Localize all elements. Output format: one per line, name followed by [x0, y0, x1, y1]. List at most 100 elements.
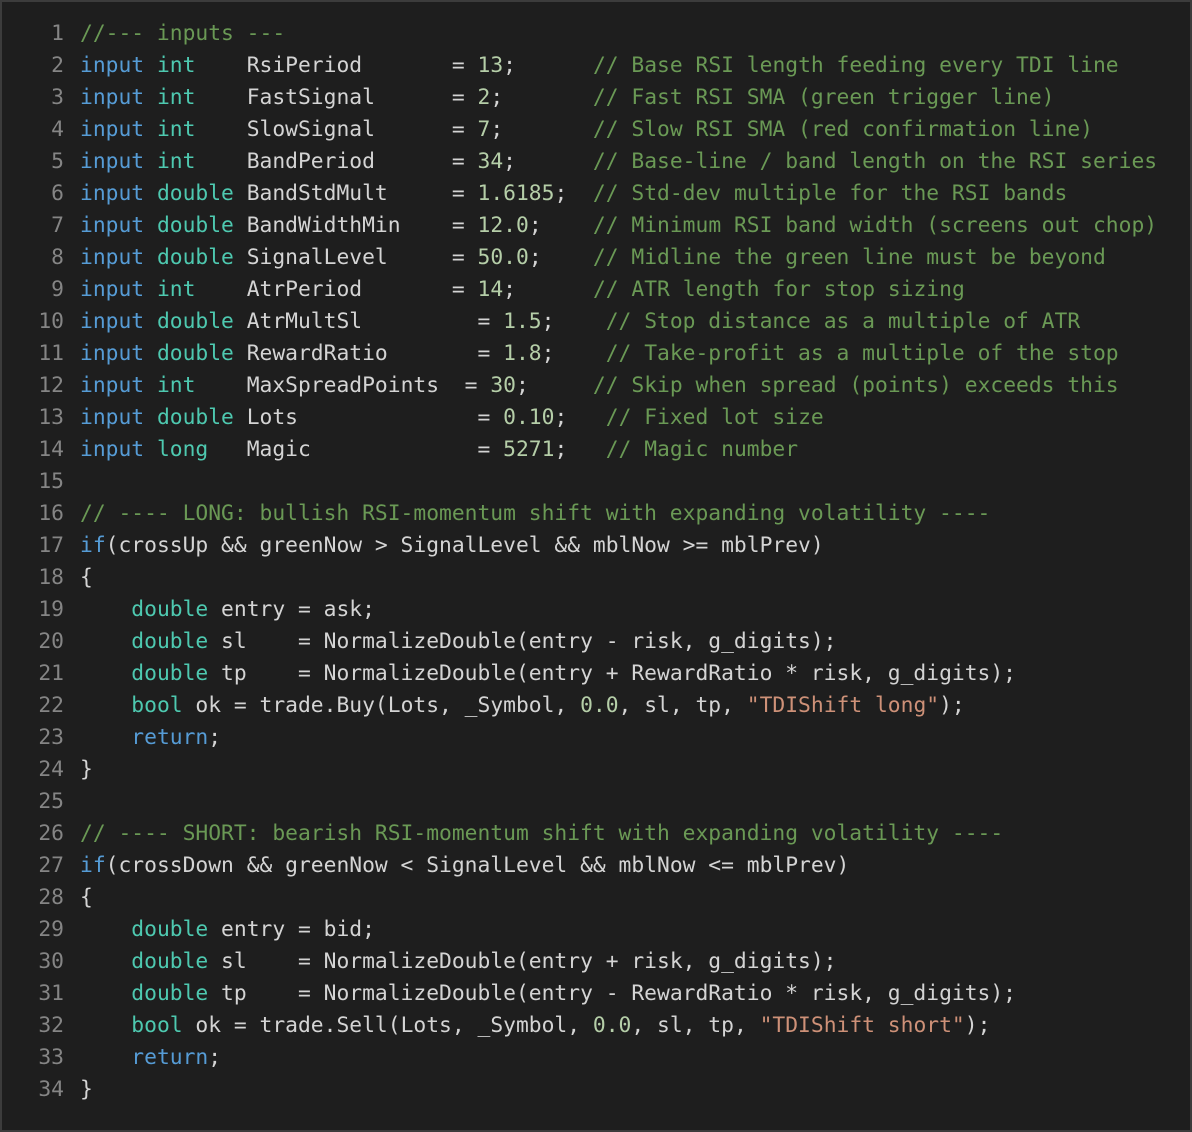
code-line[interactable]: 32 bool ok = trade.Sell(Lots, _Symbol, 0…: [2, 1010, 1190, 1042]
code-line[interactable]: 8 input double SignalLevel = 50.0; // Mid…: [2, 242, 1190, 274]
code-token: sl = NormalizeDouble(entry - risk, g_dig…: [208, 629, 837, 654]
keyword-token: if: [80, 533, 106, 558]
line-number: 14: [38, 437, 64, 462]
line-number: 12: [38, 373, 64, 398]
type-token: int: [156, 149, 196, 174]
line-number: 8: [51, 245, 64, 270]
code-token: =: [362, 309, 504, 334]
identifier-token: MaxSpreadPoints: [246, 373, 440, 398]
code-line[interactable]: 23 return;: [2, 722, 1190, 754]
type-token: double: [131, 597, 209, 622]
code-token: =: [387, 341, 504, 366]
code-line[interactable]: 29 double entry = bid;: [2, 914, 1190, 946]
code-line[interactable]: 6 input double BandStdMult = 1.6185; // S…: [2, 178, 1190, 210]
comment-token: // Std-dev multiple for the RSI bands: [592, 181, 1068, 206]
code-line[interactable]: 4 input int SlowSignal = 7; // Slow RSI S…: [2, 114, 1190, 146]
identifier-token: Lots: [246, 405, 298, 430]
code-token: =: [400, 213, 478, 238]
code-line[interactable]: 34}: [2, 1074, 1190, 1106]
line-code: input int SlowSignal = 7; // Slow RSI SM…: [64, 114, 1190, 146]
code-line[interactable]: 13 input double Lots = 0.10; // Fixed lot…: [2, 402, 1190, 434]
code-token: );: [964, 1013, 991, 1038]
identifier-token: BandStdMult: [246, 181, 388, 206]
code-token: ;: [503, 149, 593, 174]
code-line[interactable]: 15: [2, 466, 1190, 498]
code-line[interactable]: 11 input double RewardRatio = 1.8; // Tak…: [2, 338, 1190, 370]
number-token: 50.0: [477, 245, 529, 270]
line-code: input int FastSignal = 2; // Fast RSI SM…: [64, 82, 1190, 114]
code-line[interactable]: 33 return;: [2, 1042, 1190, 1074]
code-token: ;: [208, 1045, 222, 1070]
code-line[interactable]: 30 double sl = NormalizeDouble(entry + r…: [2, 946, 1190, 978]
type-token: double: [131, 949, 209, 974]
code-token: ;: [490, 117, 593, 142]
code-line[interactable]: 31 double tp = NormalizeDouble(entry - R…: [2, 978, 1190, 1010]
keyword-token: input: [80, 245, 145, 270]
line-number: 22: [38, 693, 64, 718]
number-token: 0.10: [503, 405, 555, 430]
code-line[interactable]: 1 //--- inputs ---: [2, 18, 1190, 50]
number-token: 1.5: [503, 309, 542, 334]
code-line[interactable]: 2 input int RsiPeriod = 13; // Base RSI l…: [2, 50, 1190, 82]
comment-token: // Skip when spread (points) exceeds thi…: [592, 373, 1119, 398]
code-line[interactable]: 5 input int BandPeriod = 34; // Base-line…: [2, 146, 1190, 178]
code-line[interactable]: 18 {: [2, 562, 1190, 594]
line-code: bool ok = trade.Sell(Lots, _Symbol, 0.0,…: [64, 1010, 1190, 1042]
keyword-token: input: [80, 341, 145, 366]
line-number: 30: [38, 949, 64, 974]
type-token: int: [156, 53, 196, 78]
line-number: 32: [38, 1013, 64, 1038]
code-line[interactable]: 10 input double AtrMultSl = 1.5; // Stop …: [2, 306, 1190, 338]
code-line[interactable]: 24}: [2, 754, 1190, 786]
code-line[interactable]: 28 {: [2, 882, 1190, 914]
line-code: input double BandWidthMin = 12.0; // Min…: [64, 210, 1190, 242]
code-token: (crossUp && greenNow > SignalLevel && mb…: [105, 533, 824, 558]
line-number: 15: [38, 469, 64, 494]
code-line[interactable]: 14 input long Magic = 5271; // Magic numb…: [2, 434, 1190, 466]
code-token: ;: [554, 181, 593, 206]
code-line[interactable]: 20 double sl = NormalizeDouble(entry - r…: [2, 626, 1190, 658]
line-number: 5: [51, 149, 64, 174]
number-token: 0.0: [580, 693, 619, 718]
line-number: 17: [38, 533, 64, 558]
code-line[interactable]: 9 input int AtrPeriod = 14; // ATR length…: [2, 274, 1190, 306]
code-line[interactable]: 26 // ---- SHORT: bearish RSI-momentum sh…: [2, 818, 1190, 850]
code-token: {: [80, 885, 93, 910]
comment-token: // Slow RSI SMA (red confirmation line): [592, 117, 1093, 142]
code-line[interactable]: 7 input double BandWidthMin = 12.0; // Mi…: [2, 210, 1190, 242]
type-token: long: [156, 437, 209, 462]
line-number: 4: [51, 117, 64, 142]
code-line[interactable]: 19 double entry = ask;: [2, 594, 1190, 626]
code-line[interactable]: 3 input int FastSignal = 2; // Fast RSI S…: [2, 82, 1190, 114]
keyword-token: input: [80, 213, 145, 238]
type-token: int: [156, 373, 196, 398]
code-line[interactable]: 27 if(crossDown && greenNow < SignalLevel…: [2, 850, 1190, 882]
code-line[interactable]: 25: [2, 786, 1190, 818]
code-token: ;: [554, 405, 606, 430]
code-line[interactable]: 22 bool ok = trade.Buy(Lots, _Symbol, 0.…: [2, 690, 1190, 722]
code-editor[interactable]: 1//--- inputs --- 2 input int RsiPeriod = …: [0, 0, 1192, 1132]
code-line[interactable]: 21 double tp = NormalizeDouble(entry + R…: [2, 658, 1190, 690]
type-token: double: [131, 629, 209, 654]
number-token: 13: [477, 53, 504, 78]
code-line[interactable]: 16 // ---- LONG: bullish RSI-momentum shi…: [2, 498, 1190, 530]
code-token: ok = trade.Sell(Lots, _Symbol,: [182, 1013, 593, 1038]
type-token: double: [156, 405, 234, 430]
comment-token: // Minimum RSI band width (screens out c…: [592, 213, 1158, 238]
code-line[interactable]: 17 if(crossUp && greenNow > SignalLevel &…: [2, 530, 1190, 562]
type-token: double: [156, 341, 234, 366]
identifier-token: FastSignal: [246, 85, 375, 110]
code-token: =: [374, 85, 478, 110]
code-line[interactable]: 12 input int MaxSpreadPoints = 30; // Ski…: [2, 370, 1190, 402]
line-number: 13: [38, 405, 64, 430]
line-number: 9: [51, 277, 64, 302]
line-number: 16: [38, 501, 64, 526]
